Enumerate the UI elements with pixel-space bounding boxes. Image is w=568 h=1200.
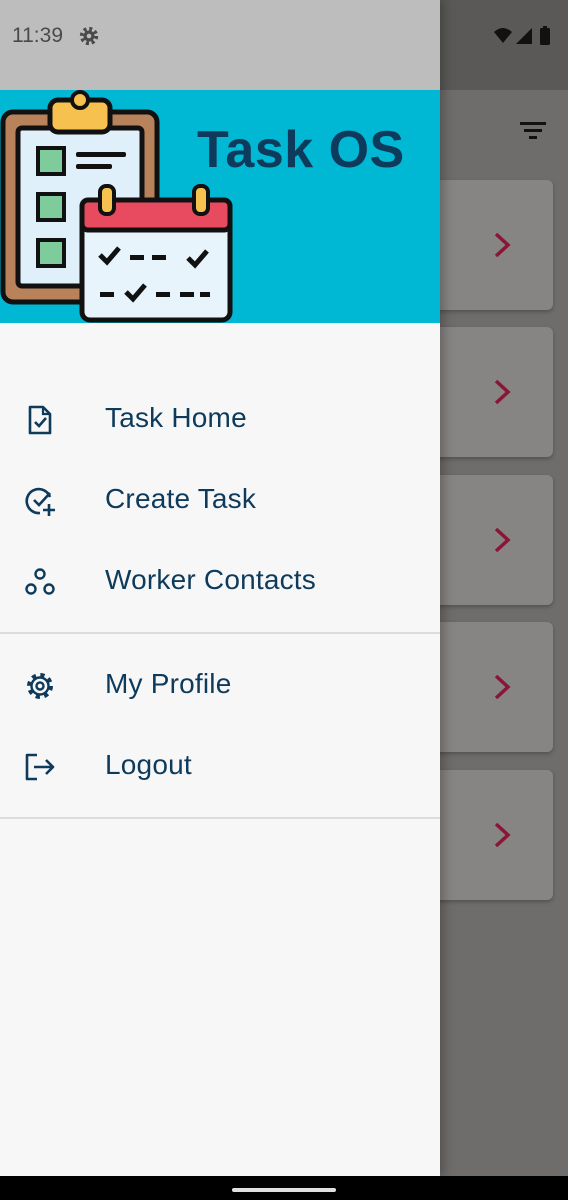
filter-icon[interactable] xyxy=(512,116,556,146)
menu-item-my-profile[interactable]: My Profile xyxy=(0,648,440,720)
menu-divider xyxy=(0,632,440,634)
menu-item-task-home[interactable]: Task Home xyxy=(0,382,440,454)
chevron-right-icon xyxy=(494,232,511,258)
signal-icon xyxy=(516,28,532,44)
home-gesture-handle[interactable] xyxy=(232,1188,336,1192)
system-navigation-bar xyxy=(0,1176,568,1200)
background-task-card[interactable] xyxy=(428,622,553,752)
check-circle-add-icon xyxy=(25,487,55,516)
chevron-right-icon xyxy=(494,822,511,848)
background-task-card[interactable] xyxy=(428,327,553,457)
menu-item-logout[interactable]: Logout xyxy=(0,729,440,801)
chevron-right-icon xyxy=(494,379,511,405)
app-title: Task OS xyxy=(197,121,405,179)
background-task-card[interactable] xyxy=(428,475,553,605)
battery-icon xyxy=(540,28,550,45)
gear-icon xyxy=(27,673,53,699)
menu-item-label: Task Home xyxy=(105,402,247,433)
system-status-icons xyxy=(494,26,550,45)
menu-item-worker-contacts[interactable]: Worker Contacts xyxy=(0,544,440,616)
navigation-drawer: 11:39 Task OS Task Home Create Task Work… xyxy=(0,0,440,1176)
menu-item-label: Create Task xyxy=(105,483,257,514)
people-circles-icon xyxy=(25,568,55,595)
status-time: 11:39 xyxy=(12,24,63,47)
background-task-card[interactable] xyxy=(428,770,553,900)
task-file-icon xyxy=(28,405,52,435)
chevron-right-icon xyxy=(494,674,511,700)
chevron-right-icon xyxy=(494,527,511,553)
status-bar: 11:39 xyxy=(0,0,440,90)
menu-item-create-task[interactable]: Create Task xyxy=(0,463,440,535)
gear-icon xyxy=(79,26,99,46)
menu-divider xyxy=(0,817,440,819)
drawer-header: Task OS xyxy=(0,90,440,323)
menu-item-label: My Profile xyxy=(105,668,232,699)
menu-item-label: Logout xyxy=(105,749,192,780)
menu-item-label: Worker Contacts xyxy=(105,564,316,595)
logout-icon xyxy=(25,753,55,781)
background-task-card[interactable] xyxy=(428,180,553,310)
wifi-icon xyxy=(494,28,512,43)
